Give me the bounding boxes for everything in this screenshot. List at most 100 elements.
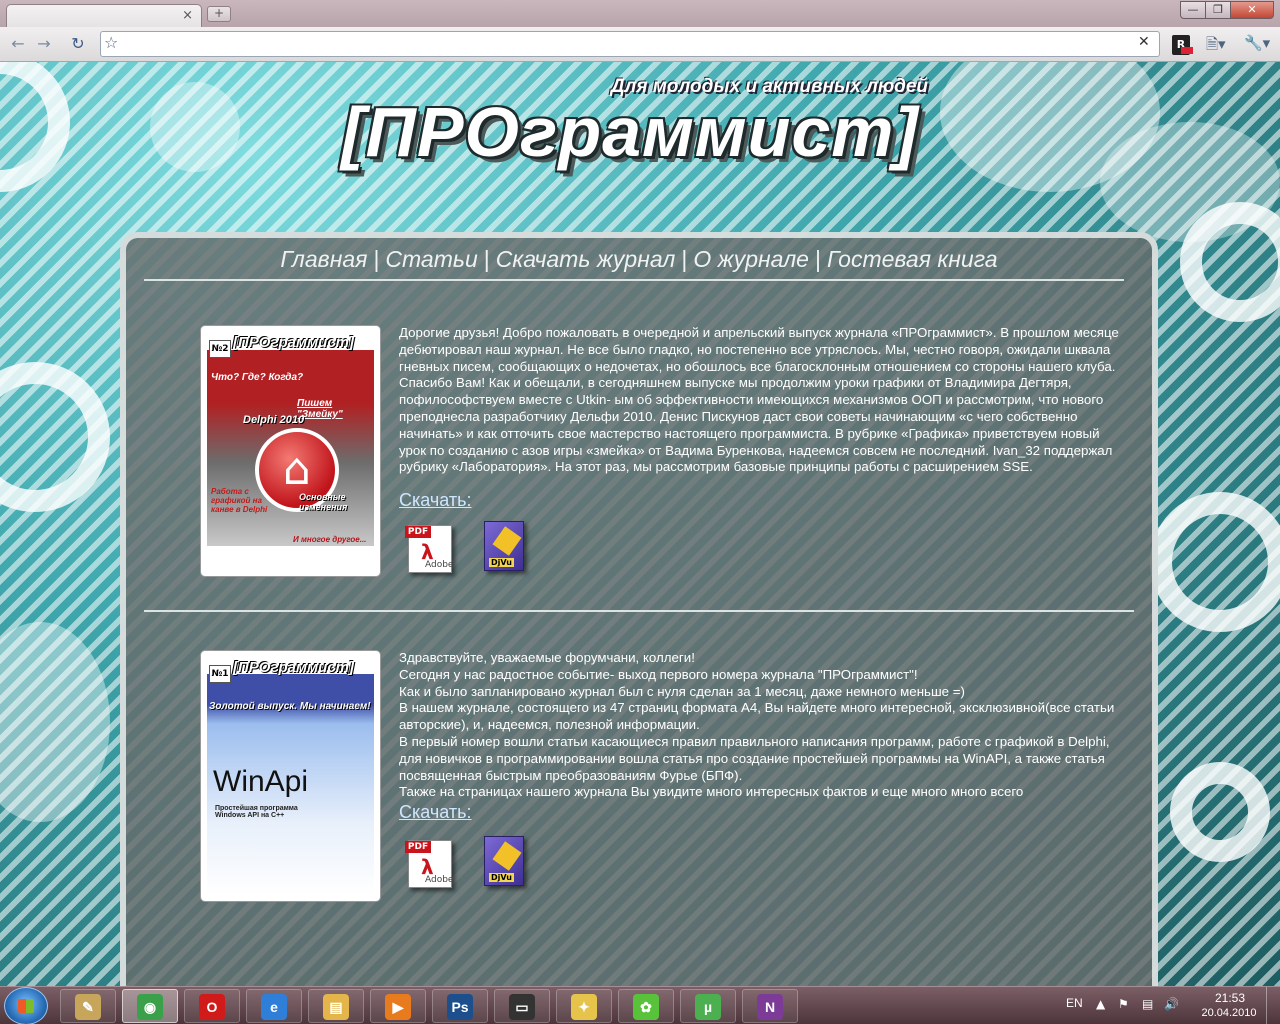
- cover-title: [ПРОграммист]: [233, 659, 354, 676]
- taskbar-app-opera[interactable]: O: [184, 989, 240, 1023]
- djvu-symbol-icon: [492, 526, 522, 556]
- pdf-caption: Adobe: [425, 875, 454, 885]
- taskbar-app-icq[interactable]: ✿: [618, 989, 674, 1023]
- clear-address-icon[interactable]: ✕: [1138, 34, 1150, 50]
- extension-badge: [1181, 47, 1193, 54]
- start-button[interactable]: [4, 987, 48, 1024]
- page-menu-icon[interactable]: 🗎▾: [1206, 34, 1226, 59]
- volume-icon[interactable]: 🔊: [1164, 997, 1179, 1011]
- pdf-caption: Adobe: [425, 560, 454, 570]
- network-icon[interactable]: ▤: [1142, 997, 1153, 1011]
- maximize-button[interactable]: ❐: [1205, 1, 1231, 19]
- taskbar-app-utorrent[interactable]: µ: [680, 989, 736, 1023]
- reload-icon[interactable]: ↻: [66, 33, 90, 55]
- issue-paragraph: Сегодня у нас радостное событие- выход п…: [399, 666, 918, 682]
- clock-time[interactable]: 21:53: [1208, 991, 1252, 1005]
- nav-separator: |: [483, 246, 490, 272]
- issue-paragraph: В нашем журнале, состоящего из 47 страни…: [399, 700, 1115, 733]
- nav-separator: |: [814, 246, 821, 272]
- djvu-download-icon[interactable]: DjVu: [480, 836, 530, 890]
- issue-entry: №2 [ПРОграммист] Что? Где? Когда? Пишем …: [200, 325, 1120, 585]
- decor-ring: [1170, 762, 1270, 862]
- bookmark-star-icon[interactable]: ☆: [104, 33, 118, 52]
- issue-paragraph: Здравствуйте, уважаемые форумчани, колле…: [399, 650, 695, 665]
- explorer-icon: ▤: [323, 994, 349, 1020]
- djvu-caption: DjVu: [489, 873, 514, 882]
- language-indicator[interactable]: EN: [1066, 996, 1083, 1010]
- media-player-icon: ▶: [385, 994, 411, 1020]
- cover-line: WinApi: [213, 765, 309, 798]
- address-bar[interactable]: [100, 31, 1160, 57]
- nav-item-about[interactable]: О журнале: [693, 246, 809, 273]
- main-nav: Главная | Статьи | Скачать журнал | О журнале |…: [126, 246, 1152, 273]
- taskbar-app-onenote[interactable]: N: [742, 989, 798, 1023]
- issue-description: Дорогие друзья! Добро пожаловать в очере…: [399, 325, 1119, 476]
- show-hidden-icon[interactable]: ▲: [1096, 997, 1105, 1011]
- back-icon[interactable]: ←: [6, 33, 30, 55]
- issue-paragraph: В первый номер вошли статьи касающиеся п…: [399, 733, 1110, 783]
- djvu-download-icon[interactable]: DjVu: [480, 521, 530, 575]
- cover-line: Что? Где? Когда?: [211, 372, 304, 383]
- decor-splat: [150, 82, 240, 172]
- issue-cover[interactable]: №2 [ПРОграммист] Что? Где? Когда? Пишем …: [200, 325, 381, 577]
- chrome-icon: ◉: [137, 994, 163, 1020]
- download-label[interactable]: Скачать:: [399, 802, 472, 823]
- djvu-caption: DjVu: [489, 558, 514, 567]
- nav-separator: |: [373, 246, 380, 272]
- show-desktop-button[interactable]: [1266, 987, 1280, 1024]
- nav-item-articles[interactable]: Статьи: [385, 246, 477, 273]
- decor-ring: [0, 62, 70, 192]
- taskbar-app-media-player[interactable]: ▶: [370, 989, 426, 1023]
- flag-icon[interactable]: ⚑: [1118, 997, 1129, 1011]
- taskbar-app-explorer[interactable]: ▤: [308, 989, 364, 1023]
- display-settings-icon: ▭: [509, 994, 535, 1020]
- taskbar-app-chrome[interactable]: ◉: [122, 989, 178, 1023]
- new-tab-button[interactable]: +: [207, 6, 231, 22]
- tab-close-icon[interactable]: ×: [182, 8, 193, 23]
- cover-line: Простейшая программа Windows API на C++: [215, 805, 298, 819]
- cover-line: Работа с графикой на канве в Delphi: [211, 487, 268, 514]
- djvu-symbol-icon: [492, 841, 522, 871]
- internet-explorer-icon: e: [261, 994, 287, 1020]
- close-button[interactable]: ✕: [1230, 1, 1274, 19]
- clock-date[interactable]: 20.04.2010: [1196, 1007, 1262, 1019]
- cover-number: №1: [209, 665, 231, 683]
- taskbar-app-display-settings[interactable]: ▭: [494, 989, 550, 1023]
- title-bar: × + — ❐ ✕: [0, 0, 1280, 27]
- issue-paragraph: Также на страницах нашего журнала Вы уви…: [399, 784, 1024, 800]
- taskbar-app-photoshop[interactable]: Ps: [432, 989, 488, 1023]
- site-logo[interactable]: [ПРОграммист]: [330, 92, 930, 172]
- issue-divider: [144, 610, 1134, 612]
- cover-line: И многое другое...: [293, 535, 367, 544]
- taskbar-app-notepad[interactable]: ✎: [60, 989, 116, 1023]
- wrench-icon[interactable]: 🔧▾: [1244, 34, 1270, 52]
- nav-divider: [144, 279, 1124, 281]
- pdf-download-icon[interactable]: PDF λ Adobe: [405, 521, 458, 575]
- page-content: Для молодых и активных людей [ПРОграммис…: [0, 62, 1280, 986]
- issue-entry: №1 [ПРОграммист] Золотой выпуск. Мы начи…: [200, 650, 1120, 910]
- decor-ring: [0, 362, 110, 512]
- browser-tab[interactable]: ×: [6, 4, 202, 27]
- decor-splat: [0, 622, 110, 822]
- issue-cover[interactable]: №1 [ПРОграммист] Золотой выпуск. Мы начи…: [200, 650, 381, 902]
- browser-toolbar: ← → ↻ ☆ ✕ R 🗎▾ 🔧▾: [0, 27, 1280, 62]
- issue-paragraph: Как и было запланировано журнал был с ну…: [399, 683, 965, 699]
- pdf-download-icon[interactable]: PDF λ Adobe: [405, 836, 458, 890]
- notepad-icon: ✎: [75, 994, 101, 1020]
- pdf-tag: PDF: [405, 841, 431, 853]
- opera-icon: O: [199, 994, 225, 1020]
- nav-separator: |: [681, 246, 688, 272]
- nav-item-home[interactable]: Главная: [280, 246, 367, 273]
- nav-item-guestbook[interactable]: Гостевая книга: [827, 246, 998, 273]
- photoshop-icon: Ps: [447, 994, 473, 1020]
- cover-title: [ПРОграммист]: [233, 334, 354, 351]
- download-label[interactable]: Скачать:: [399, 490, 472, 511]
- nav-item-download[interactable]: Скачать журнал: [496, 246, 676, 273]
- utorrent-icon: µ: [695, 994, 721, 1020]
- taskbar-app-internet-explorer[interactable]: e: [246, 989, 302, 1023]
- issue-paragraph: Дорогие друзья! Добро пожаловать в очере…: [399, 325, 1119, 475]
- minimize-button[interactable]: —: [1180, 1, 1206, 19]
- taskbar-app-paint[interactable]: ✦: [556, 989, 612, 1023]
- forward-icon[interactable]: →: [32, 33, 56, 55]
- paint-icon: ✦: [571, 994, 597, 1020]
